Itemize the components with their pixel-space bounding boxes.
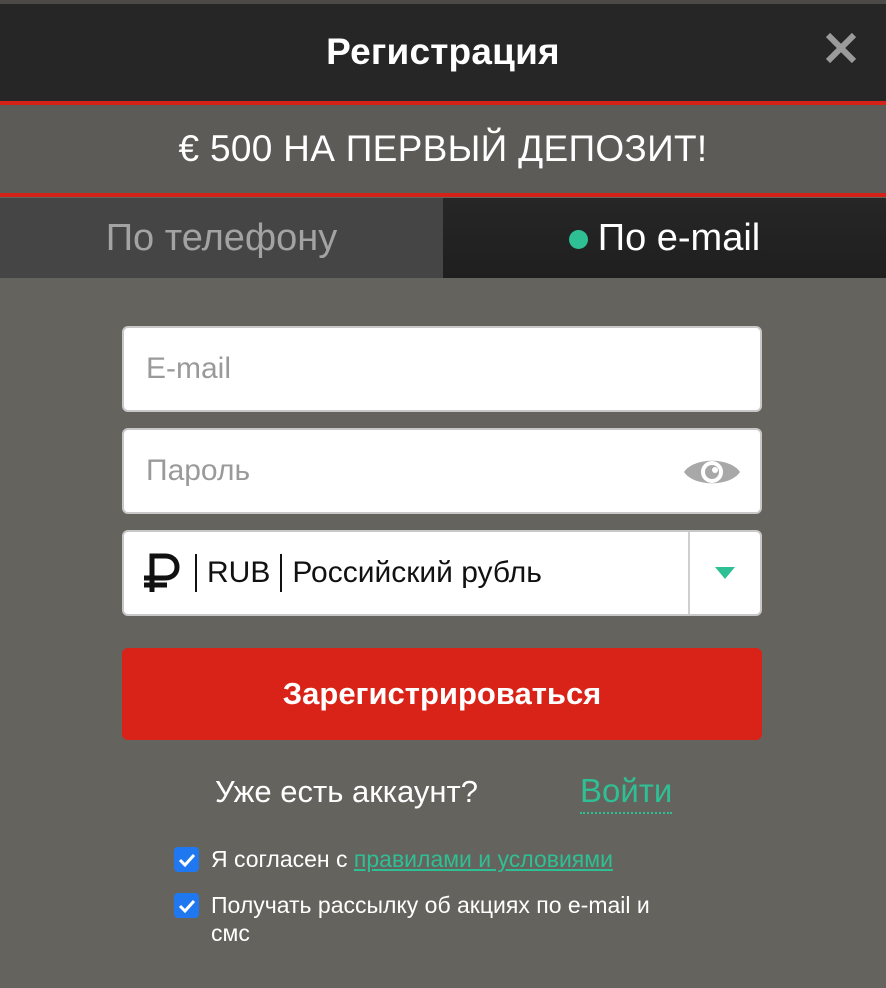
caret-down-icon — [715, 567, 735, 579]
terms-consent-row: Я согласен с правилами и условиями — [174, 845, 694, 873]
promo-text: € 500 НА ПЕРВЫЙ ДЕПОЗИТ! — [178, 128, 708, 169]
active-dot-icon — [568, 229, 588, 249]
currency-dropdown-toggle[interactable] — [688, 532, 760, 614]
currency-select[interactable]: RUB Российский рубль — [122, 530, 762, 616]
ruble-icon — [144, 553, 180, 592]
email-field-wrapper — [122, 326, 762, 412]
registration-modal: Регистрация € 500 НА ПЕРВЫЙ ДЕПОЗИТ! По … — [0, 0, 886, 988]
newsletter-consent-row: Получать рассылку об акциях по e-mail и … — [174, 891, 694, 947]
checkmark-icon — [178, 853, 195, 867]
close-icon[interactable] — [824, 31, 858, 65]
modal-title: Регистрация — [326, 30, 560, 72]
registration-tabs: По телефону По e-mail — [0, 198, 886, 278]
newsletter-checkbox[interactable] — [174, 893, 199, 918]
modal-header: Регистрация — [0, 4, 886, 101]
account-question: Уже есть аккаунт? — [215, 774, 478, 809]
tab-phone[interactable]: По телефону — [0, 198, 443, 278]
terms-checkbox[interactable] — [174, 847, 199, 872]
currency-name: Российский рубль — [292, 556, 542, 589]
eye-icon[interactable] — [682, 454, 742, 490]
newsletter-text: Получать рассылку об акциях по e-mail и … — [211, 892, 650, 946]
register-button[interactable]: Зарегистрироваться — [122, 648, 762, 740]
terms-link[interactable]: правилами и условиями — [354, 846, 613, 872]
password-field-wrapper — [122, 428, 762, 514]
account-row: Уже есть аккаунт? Войти — [0, 770, 886, 814]
password-field[interactable] — [124, 430, 760, 512]
promo-banner: € 500 НА ПЕРВЫЙ ДЕПОЗИТ! — [0, 105, 886, 193]
terms-prefix: Я согласен с — [211, 846, 354, 872]
tab-email-label: По e-mail — [597, 216, 761, 259]
terms-text: Я согласен с правилами и условиями — [211, 845, 613, 873]
checkmark-icon — [178, 899, 195, 913]
email-field[interactable] — [124, 328, 760, 410]
tab-phone-label: По телефону — [105, 216, 338, 259]
tab-email[interactable]: По e-mail — [443, 198, 886, 278]
divider-red-bottom — [0, 193, 886, 197]
currency-code: RUB — [207, 556, 271, 589]
login-link[interactable]: Войти — [580, 772, 673, 814]
